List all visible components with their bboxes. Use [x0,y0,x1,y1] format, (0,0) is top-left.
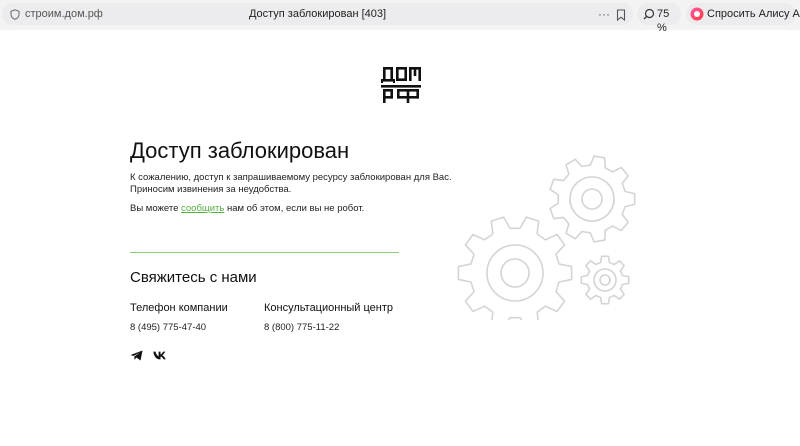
zoom-button[interactable]: 75 % [637,3,681,34]
telegram-icon[interactable] [130,350,143,361]
gear-large-ring-1 [500,258,530,288]
bookmark-icon[interactable] [616,9,626,21]
report-link[interactable]: сообщить [181,203,224,214]
report-suffix: нам об этом, если вы не робот. [224,203,365,214]
gear-large-ring-0 [486,244,544,302]
dom-rf-logo [381,67,421,103]
page-title: Доступ заблокирован [130,138,350,163]
zoom-icon [643,8,655,20]
zoom-level: 75 % [657,8,670,34]
gear-top-outline [549,155,636,243]
gear-small-outline [580,255,630,305]
more-options-icon[interactable]: ··· [598,7,610,21]
ask-alice-label: Спросить Алису AI [707,8,800,20]
gears-illustration [457,155,636,320]
address-bar[interactable]: строим.дом.рф Доступ заблокирован [403] … [2,3,633,25]
tab-title: Доступ заблокирован [403] [248,8,387,20]
vk-icon[interactable] [153,351,166,360]
report-text: Вы можете сообщить нам об этом, если вы … [130,203,364,215]
consult-center-label: Консультационный центр [264,302,394,314]
gear-small-ring-1 [599,274,611,286]
gear-small [580,255,630,305]
report-prefix: Вы можете [130,203,182,214]
intro-text: К сожалению, доступ к запрашиваемому рес… [130,172,452,195]
gear-top-ring-1 [581,188,603,210]
gear-top [549,155,636,243]
company-phone-number[interactable]: 8 (495) 775-47-40 [130,322,206,334]
company-phone-label: Телефон компании [130,302,228,314]
gear-top-ring-0 [569,176,615,222]
gear-small-ring-0 [593,268,617,292]
gear-large-outline [457,216,573,320]
gear-large [457,216,573,320]
alice-icon [690,7,704,21]
contact-heading: Свяжитесь с нами [130,269,257,286]
browser-toolbar: строим.дом.рф Доступ заблокирован [403] … [0,0,800,34]
divider [130,252,399,253]
ask-alice-button[interactable]: Спросить Алису AI [686,3,800,25]
consult-center-number[interactable]: 8 (800) 775-11-22 [264,322,339,334]
